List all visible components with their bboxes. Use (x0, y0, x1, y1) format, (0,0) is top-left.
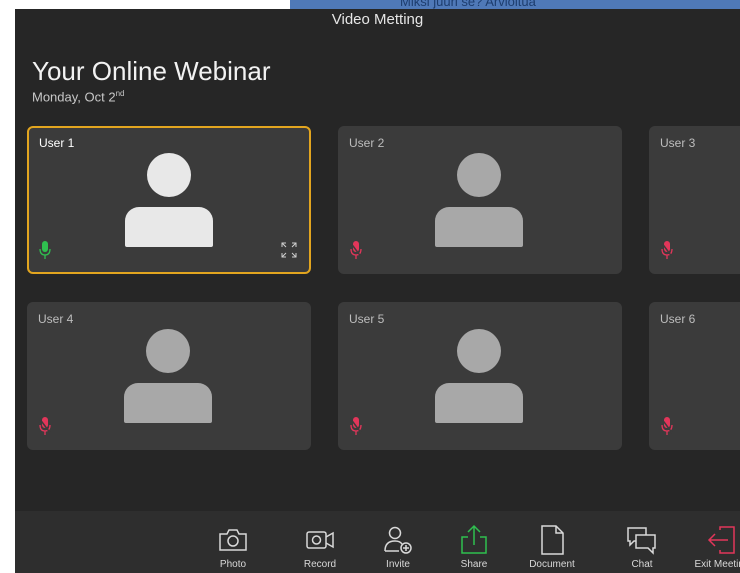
exit-meeting-button[interactable]: Exit Meeting (690, 511, 740, 573)
participant-name: User 6 (660, 312, 696, 326)
microphone-muted-icon[interactable] (661, 416, 673, 436)
exit-meeting-label: Exit Meeting (694, 559, 740, 570)
video-camera-icon (306, 531, 334, 549)
microphone-on-icon[interactable] (39, 240, 51, 260)
background-window-text: Miksi juuri se? Arvioitua (400, 0, 536, 9)
participant-name: User 3 (660, 136, 696, 150)
participant-tile-user-5[interactable]: User 5 (338, 302, 622, 450)
add-person-icon (384, 526, 412, 554)
participant-name: User 5 (349, 312, 385, 326)
invite-button[interactable]: Invite (366, 511, 430, 573)
invite-label: Invite (386, 559, 410, 570)
participant-name: User 4 (38, 312, 74, 326)
participant-tile-user-2[interactable]: User 2 (338, 126, 622, 274)
record-button[interactable]: Record (288, 511, 352, 573)
meeting-date-ordinal: nd (115, 89, 125, 98)
document-button[interactable]: Document (520, 511, 584, 573)
photo-button[interactable]: Photo (201, 511, 265, 573)
meeting-toolbar: Photo Record Invite Share Document Chat … (15, 511, 740, 573)
participant-tile-user-6[interactable]: User 6 (649, 302, 740, 450)
microphone-muted-icon[interactable] (661, 240, 673, 260)
window-title: Video Metting (15, 9, 740, 35)
page-title: Your Online Webinar (32, 56, 271, 86)
record-label: Record (303, 559, 337, 570)
participant-tile-user-1[interactable]: User 1 (27, 126, 311, 274)
chat-label: Chat (631, 559, 653, 570)
microphone-muted-icon[interactable] (350, 240, 362, 260)
meeting-date: Monday, Oct 2nd (32, 89, 124, 104)
chat-icon (627, 527, 656, 555)
photo-label: Photo (219, 559, 247, 570)
participant-name: User 2 (349, 136, 385, 150)
participant-tile-user-4[interactable]: User 4 (27, 302, 311, 450)
share-upload-icon (461, 524, 487, 554)
participant-name: User 1 (39, 136, 75, 150)
avatar-icon (125, 153, 215, 247)
share-label: Share (460, 559, 488, 570)
video-meeting-window: Video Metting Your Online Webinar Monday… (15, 9, 740, 573)
document-label: Document (529, 559, 575, 570)
avatar-icon (435, 329, 525, 423)
document-icon (541, 525, 564, 555)
expand-icon[interactable] (279, 240, 299, 260)
share-button[interactable]: Share (442, 511, 506, 573)
meeting-date-text: Monday, Oct 2 (32, 89, 116, 105)
microphone-muted-icon[interactable] (350, 416, 362, 436)
exit-icon (707, 526, 735, 554)
camera-icon (219, 529, 247, 551)
participant-tile-user-3[interactable]: User 3 (649, 126, 740, 274)
avatar-icon (124, 329, 214, 423)
microphone-muted-icon[interactable] (39, 416, 51, 436)
chat-button[interactable]: Chat (610, 511, 674, 573)
avatar-icon (435, 153, 525, 247)
